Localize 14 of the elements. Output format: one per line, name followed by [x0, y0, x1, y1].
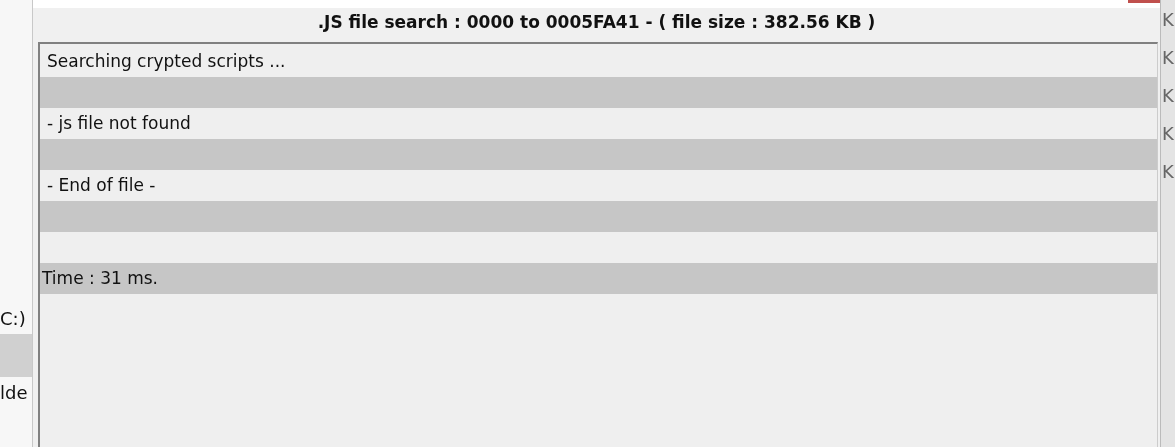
- column-letter: K: [1161, 161, 1175, 184]
- log-line: - End of file -: [47, 174, 156, 196]
- log-line: Searching crypted scripts ...: [47, 50, 286, 72]
- selected-row[interactable]: [0, 334, 32, 377]
- log-line: - js file not found: [47, 112, 191, 134]
- column-letter: K: [1161, 47, 1175, 70]
- dialog-title: .JS file search : 0000 to 0005FA41 - ( file size : 382.56 KB ): [317, 11, 876, 34]
- folder-label: C:): [0, 308, 26, 329]
- folder-label: lde: [0, 382, 28, 403]
- column-letter: K: [1161, 9, 1175, 32]
- close-button[interactable]: [1128, 0, 1160, 3]
- column-letter: K: [1161, 85, 1175, 108]
- column-letter: K: [1161, 123, 1175, 146]
- log-line: Time : 31 ms.: [42, 267, 158, 289]
